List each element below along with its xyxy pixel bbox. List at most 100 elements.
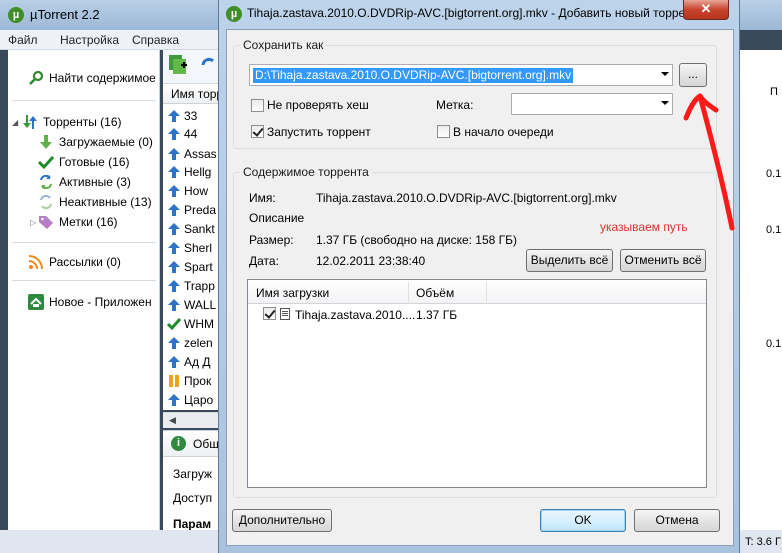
- date-caption: Дата:: [249, 254, 279, 268]
- sidebar-item-apps[interactable]: Новое - Приложен: [28, 292, 180, 312]
- details-row-label: Загруж: [173, 467, 212, 481]
- add-torrent-icon[interactable]: [167, 53, 189, 75]
- upload-arrow-icon: [168, 261, 180, 273]
- sidebar-item-label: Загружаемые (0): [59, 135, 153, 149]
- browse-button[interactable]: ...: [679, 63, 707, 87]
- sidebar-item-label: Активные (3): [59, 175, 131, 189]
- sidebar-item-label: Новое - Приложен: [49, 295, 152, 309]
- main-window-title: µTorrent 2.2: [30, 7, 100, 22]
- deselect-all-button[interactable]: Отменить всё: [620, 249, 706, 272]
- label-combobox[interactable]: [511, 93, 673, 115]
- utorrent-logo-icon: µ: [226, 6, 242, 22]
- list-item[interactable]: Sherl: [167, 239, 219, 257]
- cell-value: 0.1: [766, 168, 782, 180]
- list-item[interactable]: 33: [167, 107, 219, 125]
- list-item[interactable]: WHM: [167, 315, 219, 333]
- transfer-total: T: 3.6 Г: [745, 536, 781, 548]
- upload-arrow-icon: [168, 128, 180, 140]
- list-item[interactable]: zelen: [167, 334, 219, 352]
- column-header[interactable]: П: [770, 86, 778, 98]
- sidebar-item-label: Рассылки (0): [49, 255, 121, 269]
- column-divider[interactable]: [408, 282, 409, 302]
- select-all-button[interactable]: Выделить всё: [526, 249, 613, 272]
- details-row-label: Парам: [173, 517, 212, 531]
- upload-arrow-icon: [168, 166, 180, 178]
- sidebar-item-label: Торренты (16): [43, 115, 122, 129]
- torrents-icon: [23, 115, 37, 129]
- column-header-size[interactable]: Объём: [416, 286, 454, 300]
- list-item[interactable]: How: [167, 182, 219, 200]
- file-name[interactable]: Tihaja.zastava.2010....: [295, 308, 415, 322]
- save-path-value: D:\Tihaja.zastava.2010.O.DVDRip-AVC.[big…: [253, 68, 574, 83]
- sidebar-item-labels[interactable]: ▷ Метки (16): [30, 212, 182, 232]
- list-item[interactable]: Прок: [167, 372, 219, 390]
- menu-file[interactable]: Файл: [8, 33, 38, 47]
- menu-settings[interactable]: Настройка: [60, 33, 119, 47]
- skip-hash-checkbox[interactable]: [251, 99, 264, 112]
- start-torrent-label: Запустить торрент: [267, 125, 371, 139]
- cancel-button[interactable]: Отмена: [634, 509, 720, 532]
- save-path-combobox[interactable]: D:\Tihaja.zastava.2010.O.DVDRip-AVC.[big…: [249, 64, 673, 86]
- details-row-label: Доступ: [173, 491, 213, 505]
- sidebar-item-feeds[interactable]: Рассылки (0): [28, 252, 180, 272]
- list-item[interactable]: WALL: [167, 296, 219, 314]
- upload-arrow-icon: [168, 356, 180, 368]
- checkmark-icon: [167, 318, 181, 331]
- menu-help[interactable]: Справка: [132, 33, 179, 47]
- pause-icon: [169, 375, 179, 387]
- list-item[interactable]: Sankt: [167, 220, 219, 238]
- scroll-left-icon[interactable]: ◀: [169, 415, 176, 426]
- list-item[interactable]: 44: [167, 125, 219, 143]
- skip-hash-label: Не проверять хеш: [267, 98, 369, 112]
- list-item[interactable]: Spart: [167, 258, 219, 276]
- cell-value: 0.1: [766, 338, 782, 350]
- name-caption: Имя:: [249, 191, 276, 205]
- search-icon: [29, 70, 44, 85]
- start-torrent-checkbox[interactable]: [251, 125, 264, 138]
- torrent-list-right-columns: П 0.1 0.1 0.1: [740, 50, 782, 530]
- file-list-header: Имя загрузки Объём: [248, 280, 706, 304]
- horizontal-scrollbar[interactable]: ◀: [163, 412, 221, 428]
- sidebar-item-search[interactable]: Найти содержимое: [28, 68, 180, 88]
- advanced-button[interactable]: Дополнительно: [232, 509, 332, 532]
- main-toolbar: [163, 50, 221, 84]
- queue-top-checkbox[interactable]: [437, 125, 450, 138]
- upload-arrow-icon: [168, 394, 180, 406]
- column-divider[interactable]: [486, 282, 487, 302]
- download-arrow-icon: [40, 135, 52, 149]
- upload-arrow-icon: [168, 337, 180, 349]
- list-item[interactable]: Hellg: [167, 163, 219, 181]
- add-url-icon[interactable]: [199, 55, 219, 75]
- file-size: 1.37 ГБ: [416, 308, 458, 322]
- list-item[interactable]: Preda: [167, 201, 219, 219]
- menu-bar: Файл Настройка Справка: [0, 30, 230, 50]
- label-caption: Метка:: [436, 98, 474, 112]
- file-checkbox[interactable]: [263, 307, 276, 320]
- info-icon: i: [171, 436, 186, 451]
- list-item[interactable]: Assas: [167, 145, 219, 163]
- column-header-download-name[interactable]: Имя загрузки: [256, 286, 329, 300]
- chevron-down-icon[interactable]: [661, 101, 669, 105]
- annotation-arrow-icon: [683, 93, 735, 231]
- list-item[interactable]: Ад Д: [167, 353, 219, 371]
- sidebar: Найти содержимое ◢ Торренты (16) Загружа…: [8, 50, 160, 530]
- sidebar-item-torrents[interactable]: ◢ Торренты (16): [12, 112, 164, 132]
- upload-arrow-icon: [168, 280, 180, 292]
- sidebar-divider: [12, 242, 156, 243]
- close-button[interactable]: ✕: [683, 0, 729, 20]
- annotation-text: указываем путь: [600, 220, 688, 234]
- chevron-down-icon[interactable]: [661, 72, 669, 76]
- list-item[interactable]: Trapp: [167, 277, 219, 295]
- queue-top-label: В начало очереди: [453, 125, 554, 139]
- collapse-icon: ◢: [12, 117, 19, 127]
- size-caption: Размер:: [249, 233, 294, 247]
- size-value: 1.37 ГБ (свободно на диске: 158 ГБ): [316, 233, 518, 247]
- list-item[interactable]: Царо: [167, 391, 219, 409]
- tab-general[interactable]: i Общ: [163, 431, 221, 457]
- sidebar-item-label: Метки (16): [59, 215, 118, 229]
- upload-arrow-icon: [168, 110, 180, 122]
- expand-icon: ▷: [30, 217, 37, 227]
- column-header-name[interactable]: Имя торр: [163, 84, 221, 104]
- ok-button[interactable]: OK: [540, 509, 626, 532]
- upload-arrow-icon: [168, 204, 180, 216]
